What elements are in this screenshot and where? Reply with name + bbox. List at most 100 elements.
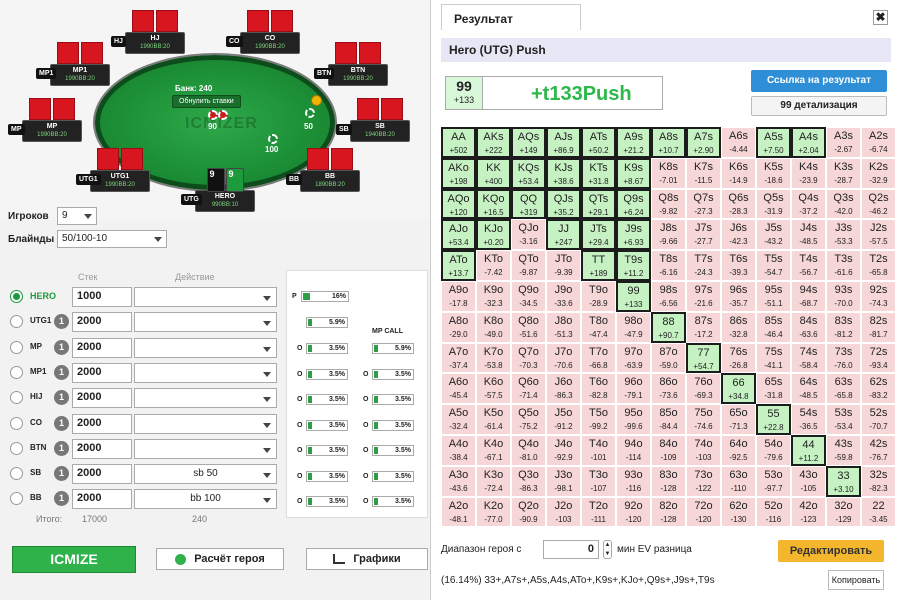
hand-cell[interactable]: 87o -59.0 bbox=[651, 342, 686, 374]
hand-cell[interactable]: K6o -57.5 bbox=[476, 373, 511, 405]
hand-cell[interactable]: 72s -93.4 bbox=[861, 342, 896, 374]
hand-cell[interactable]: A4s +2.04 bbox=[791, 127, 826, 158]
hand-cell[interactable]: T9o -28.9 bbox=[581, 280, 616, 312]
hand-cell[interactable]: A2o -48.1 bbox=[441, 496, 476, 528]
hand-cell[interactable]: 92s -74.3 bbox=[861, 280, 896, 312]
hand-cell[interactable]: J4s -48.5 bbox=[791, 219, 826, 251]
player-radio[interactable] bbox=[10, 365, 23, 379]
players-select[interactable]: 9 bbox=[57, 207, 97, 225]
hand-cell[interactable]: Q4o -81.0 bbox=[511, 434, 546, 466]
hand-cell[interactable]: K8o -49.0 bbox=[476, 311, 511, 343]
hand-cell[interactable]: T4o -101 bbox=[581, 434, 616, 466]
hand-cell[interactable]: A3s -2.67 bbox=[826, 127, 861, 158]
seat-co[interactable]: CO 1990BB:20 CO bbox=[226, 10, 300, 54]
hand-cell[interactable]: KTs +31.8 bbox=[581, 157, 616, 189]
hand-cell[interactable]: KTo -7.42 bbox=[476, 250, 511, 281]
hand-cell[interactable]: JJ +247 bbox=[546, 219, 581, 251]
hand-cell[interactable]: T6o -82.8 bbox=[581, 373, 616, 405]
hand-cell[interactable]: 83o -128 bbox=[651, 465, 686, 497]
hand-cell[interactable]: K6s -14.9 bbox=[721, 157, 756, 189]
action-select[interactable] bbox=[134, 287, 277, 307]
hand-cell[interactable]: QJs +35.2 bbox=[546, 188, 581, 220]
hand-cell[interactable]: K8s -7.01 bbox=[651, 157, 686, 189]
hand-cell[interactable]: 43s -59.8 bbox=[826, 434, 861, 466]
hand-cell[interactable]: T5s -54.7 bbox=[756, 250, 791, 281]
hand-cell[interactable]: AKo +198 bbox=[441, 157, 476, 189]
hand-cell[interactable]: 96o -79.1 bbox=[616, 373, 651, 405]
hand-cell[interactable]: AA +502 bbox=[441, 127, 476, 158]
hand-cell[interactable]: T8s -6.16 bbox=[651, 250, 686, 281]
stack-input[interactable]: 2000 bbox=[72, 464, 132, 485]
hand-cell[interactable]: Q7s -27.3 bbox=[686, 188, 721, 220]
hand-cell[interactable]: Q6s -28.3 bbox=[721, 188, 756, 220]
hand-cell[interactable]: 64o -92.5 bbox=[721, 434, 756, 466]
copy-button[interactable]: Копировать bbox=[828, 570, 884, 590]
hand-cell[interactable]: 42o -123 bbox=[791, 496, 826, 528]
stack-input[interactable]: 2000 bbox=[72, 337, 132, 358]
stack-input[interactable]: 2000 bbox=[72, 312, 132, 333]
range-bar[interactable]: 3.5% bbox=[306, 394, 348, 405]
range-bar[interactable]: 3.5% bbox=[372, 445, 414, 456]
hand-cell[interactable]: 88 +90.7 bbox=[651, 311, 686, 343]
hand-cell[interactable]: A2s -6.74 bbox=[861, 127, 896, 158]
seat-hj[interactable]: HJ 1990BB:20 HJ bbox=[111, 10, 185, 54]
hand-cell[interactable]: T2s -65.8 bbox=[861, 250, 896, 281]
stack-input[interactable]: 2000 bbox=[72, 388, 132, 409]
hand-cell[interactable]: Q5s -31.9 bbox=[756, 188, 791, 220]
hand-cell[interactable]: K9o -32.3 bbox=[476, 280, 511, 312]
player-radio[interactable] bbox=[10, 467, 23, 481]
action-select[interactable]: sb 50 bbox=[134, 464, 277, 485]
hand-cell[interactable]: 65s -31.8 bbox=[756, 373, 791, 405]
hand-cell[interactable]: 73o -122 bbox=[686, 465, 721, 497]
hand-cell[interactable]: 43o -105 bbox=[791, 465, 826, 497]
range-bar[interactable]: 3.5% bbox=[306, 470, 348, 482]
hand-cell[interactable]: 98s -6.56 bbox=[651, 280, 686, 312]
stack-input[interactable]: 2000 bbox=[72, 413, 132, 434]
hand-cell[interactable]: 99 +133 bbox=[616, 280, 651, 312]
hand-cell[interactable]: 62o -130 bbox=[721, 496, 756, 528]
range-bar[interactable]: 3.5% bbox=[306, 368, 348, 380]
hand-cell[interactable]: K5s -18.6 bbox=[756, 157, 791, 189]
hand-cell[interactable]: 54o -79.6 bbox=[756, 434, 791, 466]
hand-cell[interactable]: T4s -56.7 bbox=[791, 250, 826, 281]
hand-cell[interactable]: 64s -48.5 bbox=[791, 373, 826, 405]
close-icon[interactable]: ✖ bbox=[873, 10, 888, 25]
player-radio[interactable] bbox=[10, 391, 23, 405]
hand-cell[interactable]: 98o -47.9 bbox=[616, 311, 651, 343]
hand-cell[interactable]: Q7o -70.3 bbox=[511, 342, 546, 374]
hand-cell[interactable]: Q3o -86.3 bbox=[511, 465, 546, 497]
seat-mp1[interactable]: MP1 1990BB:20 MP1 bbox=[36, 42, 110, 86]
hand-cell[interactable]: 75o -74.6 bbox=[686, 404, 721, 435]
hand-cell[interactable]: 74s -58.4 bbox=[791, 342, 826, 374]
hand-cell[interactable]: 85o -84.4 bbox=[651, 404, 686, 435]
hand-cell[interactable]: QQ +319 bbox=[511, 188, 546, 220]
range-bar[interactable]: 5.9% bbox=[372, 343, 414, 354]
hand-cell[interactable]: 82o -128 bbox=[651, 496, 686, 528]
hand-cell[interactable]: A9o -17.8 bbox=[441, 280, 476, 312]
hand-cell[interactable]: K4o -67.1 bbox=[476, 434, 511, 466]
stack-input[interactable]: 2000 bbox=[72, 362, 132, 383]
hand-cell[interactable]: AQo +120 bbox=[441, 188, 476, 220]
hand-cell[interactable]: 94s -68.7 bbox=[791, 280, 826, 312]
action-select[interactable] bbox=[134, 438, 277, 459]
hand-cell[interactable]: 97o -63.9 bbox=[616, 342, 651, 374]
hand-cell[interactable]: K5o -61.4 bbox=[476, 404, 511, 435]
hand-cell[interactable]: 52s -70.7 bbox=[861, 404, 896, 435]
action-select[interactable]: bb 100 bbox=[134, 489, 277, 510]
hand-cell[interactable]: K7s -11.5 bbox=[686, 157, 721, 189]
hand-cell[interactable]: 32s -82.3 bbox=[861, 465, 896, 497]
hand-cell[interactable]: AJo +53.4 bbox=[441, 219, 476, 251]
hand-cell[interactable]: ATs +50.2 bbox=[581, 127, 616, 158]
hand-cell[interactable]: A7s +2.90 bbox=[686, 127, 721, 158]
hand-cell[interactable]: A6s -4.44 bbox=[721, 127, 756, 158]
seat-bb[interactable]: BB 1890BB:20 BB bbox=[286, 148, 360, 192]
hand-cell[interactable]: A9s +21.2 bbox=[616, 127, 651, 158]
hand-cell[interactable]: 86o -73.6 bbox=[651, 373, 686, 405]
hand-cell[interactable]: J8s -9.66 bbox=[651, 219, 686, 251]
hand-cell[interactable]: 72o -120 bbox=[686, 496, 721, 528]
hand-cell[interactable]: Q8o -51.6 bbox=[511, 311, 546, 343]
hand-cell[interactable]: J3o -98.1 bbox=[546, 465, 581, 497]
action-select[interactable] bbox=[134, 413, 277, 434]
hand-cell[interactable]: A8s +10.7 bbox=[651, 127, 686, 158]
hand-cell[interactable]: 93s -70.0 bbox=[826, 280, 861, 312]
